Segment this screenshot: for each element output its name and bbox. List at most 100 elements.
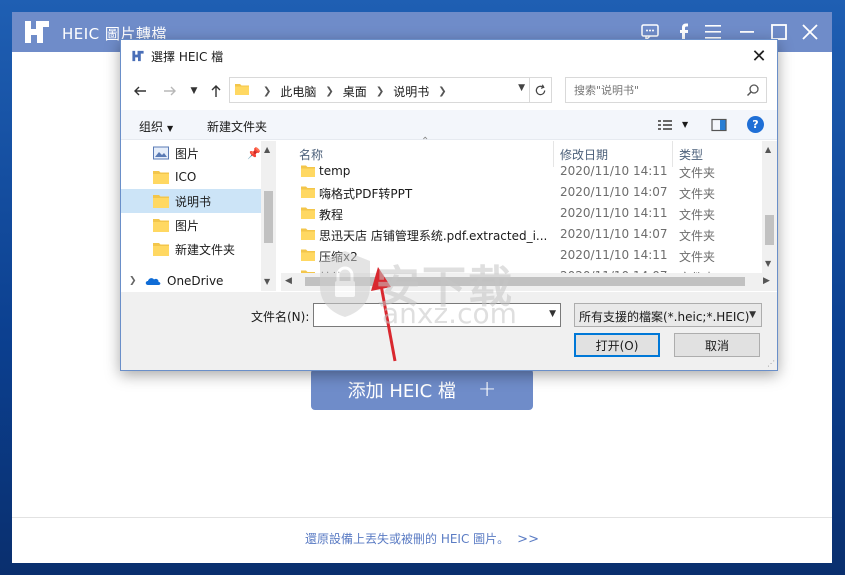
forward-button[interactable] bbox=[159, 80, 181, 102]
nav-scrollbar[interactable]: ▲ ▼ bbox=[261, 141, 276, 291]
search-box[interactable] bbox=[565, 77, 767, 103]
breadcrumb-item[interactable]: 说明书 bbox=[393, 83, 429, 100]
nav-item-label: ICO bbox=[175, 170, 197, 184]
back-button[interactable] bbox=[129, 80, 151, 102]
file-date: 2020/11/10 14:11 bbox=[560, 248, 668, 262]
folder-icon bbox=[301, 207, 315, 219]
caret-down-icon: ▼ bbox=[167, 124, 174, 133]
scrollbar-thumb[interactable] bbox=[765, 215, 774, 245]
filetype-select[interactable]: 所有支援的檔案(*.heic;*.HEIC) ▼ bbox=[574, 303, 762, 327]
folder-icon bbox=[153, 219, 169, 232]
file-open-dialog: 選擇 HEIC 檔 ✕ ▼ ❯ 此电脑 ❯ 桌面 ❯ 说明书 ❯ ▼ 搜索"说明… bbox=[120, 39, 778, 371]
file-row[interactable]: 压缩x2 2020/11/10 14:11 文件夹 bbox=[281, 245, 761, 266]
file-name: 思迅天店 店铺管理系统.pdf.extracted_i... bbox=[319, 229, 548, 243]
scrollbar-thumb[interactable] bbox=[264, 191, 273, 243]
dialog-titlebar: 選擇 HEIC 檔 ✕ bbox=[121, 40, 777, 72]
resize-grip-icon[interactable]: ⋰ bbox=[767, 359, 775, 368]
file-row[interactable]: 嗨格式PDF转PPT 2020/11/10 14:07 文件夹 bbox=[281, 182, 761, 203]
back-arrow-icon bbox=[134, 86, 146, 96]
file-list-vscrollbar[interactable]: ▲ ▼ bbox=[762, 141, 777, 273]
nav-item-label: 图片 bbox=[175, 218, 200, 233]
file-date: 2020/11/10 14:11 bbox=[560, 206, 668, 220]
refresh-icon bbox=[535, 83, 546, 95]
plus-icon: + bbox=[477, 377, 497, 402]
cancel-button[interactable]: 取消 bbox=[674, 333, 760, 357]
search-icon bbox=[746, 84, 759, 97]
nav-item-label: 说明书 bbox=[175, 194, 212, 209]
scroll-down-icon[interactable]: ▼ bbox=[765, 259, 771, 268]
search-input[interactable] bbox=[574, 82, 744, 98]
nav-item-onedrive[interactable]: ❯ OneDrive bbox=[121, 269, 261, 293]
scroll-right-icon[interactable]: ▶ bbox=[763, 276, 770, 286]
file-list-hscrollbar[interactable]: ◀ ▶ bbox=[281, 273, 777, 291]
folder-icon bbox=[153, 171, 169, 184]
new-folder-button[interactable]: 新建文件夹 bbox=[207, 118, 267, 135]
annotation-arrow-icon bbox=[371, 267, 397, 362]
file-row[interactable]: temp 2020/11/10 14:11 文件夹 bbox=[281, 161, 761, 182]
breadcrumb-separator-icon: ❯ bbox=[263, 86, 272, 97]
forward-arrow-icon bbox=[164, 86, 176, 96]
scroll-down-icon[interactable]: ▼ bbox=[264, 277, 270, 286]
filename-combobox[interactable]: ▼ bbox=[313, 303, 561, 327]
app-logo-icon bbox=[132, 50, 144, 62]
folder-icon bbox=[301, 249, 315, 261]
navigation-pane: 图片 📌 ICO 说明书 图片 新建文件夹 ❯ OneDrive ▲ ▼ bbox=[121, 141, 276, 291]
file-name: 压缩x2 bbox=[319, 250, 358, 264]
onedrive-icon bbox=[145, 278, 161, 285]
folder-icon bbox=[301, 228, 315, 240]
nav-item-manual[interactable]: 说明书 bbox=[121, 189, 261, 213]
file-type: 文件夹 bbox=[679, 208, 716, 222]
footer-divider bbox=[12, 517, 832, 518]
folder-icon bbox=[301, 186, 315, 198]
file-row[interactable]: 教程 2020/11/10 14:11 文件夹 bbox=[281, 203, 761, 224]
file-row[interactable]: 思迅天店 店铺管理系统.pdf.extracted_i... 2020/11/10… bbox=[281, 224, 761, 245]
breadcrumb-separator-icon: ❯ bbox=[325, 86, 334, 97]
scroll-left-icon[interactable]: ◀ bbox=[285, 276, 292, 286]
file-name: temp bbox=[319, 164, 351, 178]
address-dropdown-icon[interactable]: ▼ bbox=[518, 83, 525, 93]
add-heic-label: 添加 HEIC 檔 bbox=[347, 380, 456, 402]
refresh-button[interactable] bbox=[529, 78, 551, 102]
help-icon[interactable]: ? bbox=[747, 116, 764, 133]
folder-icon bbox=[153, 243, 169, 256]
breadcrumb-item[interactable]: 此电脑 bbox=[280, 83, 316, 100]
folder-icon bbox=[301, 165, 315, 177]
nav-item-ico[interactable]: ICO bbox=[121, 165, 261, 189]
file-date: 2020/11/10 14:07 bbox=[560, 227, 668, 241]
expand-chevron-icon[interactable]: ❯ bbox=[129, 276, 145, 286]
file-type: 文件夹 bbox=[679, 250, 716, 264]
nav-item-pictures-pinned[interactable]: 图片 📌 bbox=[121, 141, 261, 165]
open-button[interactable]: 打开(O) bbox=[574, 333, 660, 357]
organize-menu[interactable]: 组织 ▼ bbox=[139, 118, 173, 135]
close-icon[interactable] bbox=[798, 20, 822, 44]
view-options-icon[interactable] bbox=[657, 117, 673, 133]
file-date: 2020/11/10 14:11 bbox=[560, 164, 668, 178]
recover-link[interactable]: 還原設備上丟失或被刪的 HEIC 圖片。 >> bbox=[12, 530, 832, 547]
view-dropdown-icon[interactable]: ▼ bbox=[682, 120, 688, 129]
file-date: 2020/11/10 14:07 bbox=[560, 185, 668, 199]
file-type: 文件夹 bbox=[679, 229, 716, 243]
preview-pane-icon[interactable] bbox=[711, 117, 727, 133]
pin-icon: 📌 bbox=[247, 146, 261, 160]
filename-input[interactable] bbox=[318, 307, 533, 323]
file-name: 嗨格式PDF转PPT bbox=[319, 187, 413, 201]
nav-item-label: 图片 bbox=[175, 146, 200, 161]
scroll-up-icon[interactable]: ▲ bbox=[264, 145, 270, 154]
nav-item-new-folder[interactable]: 新建文件夹 bbox=[121, 237, 261, 261]
address-bar[interactable]: ❯ 此电脑 ❯ 桌面 ❯ 说明书 ❯ ▼ bbox=[229, 77, 552, 103]
file-type: 文件夹 bbox=[679, 166, 716, 180]
recent-locations-button[interactable]: ▼ bbox=[183, 80, 205, 102]
sort-ascending-icon: ⌃ bbox=[421, 136, 430, 147]
chevron-down-icon: ▼ bbox=[749, 310, 756, 320]
dialog-close-button[interactable]: ✕ bbox=[747, 44, 771, 68]
organize-label: 组织 bbox=[139, 120, 164, 134]
breadcrumb-item[interactable]: 桌面 bbox=[343, 83, 367, 100]
scroll-up-icon[interactable]: ▲ bbox=[765, 145, 771, 154]
filetype-value: 所有支援的檔案(*.heic;*.HEIC) bbox=[579, 310, 750, 324]
file-name: 教程 bbox=[319, 208, 344, 222]
nav-item-pictures[interactable]: 图片 bbox=[121, 213, 261, 237]
file-type: 文件夹 bbox=[679, 187, 716, 201]
up-button[interactable] bbox=[205, 80, 227, 102]
add-heic-button[interactable]: 添加 HEIC 檔 + bbox=[311, 369, 533, 410]
chevron-down-icon[interactable]: ▼ bbox=[549, 309, 556, 319]
